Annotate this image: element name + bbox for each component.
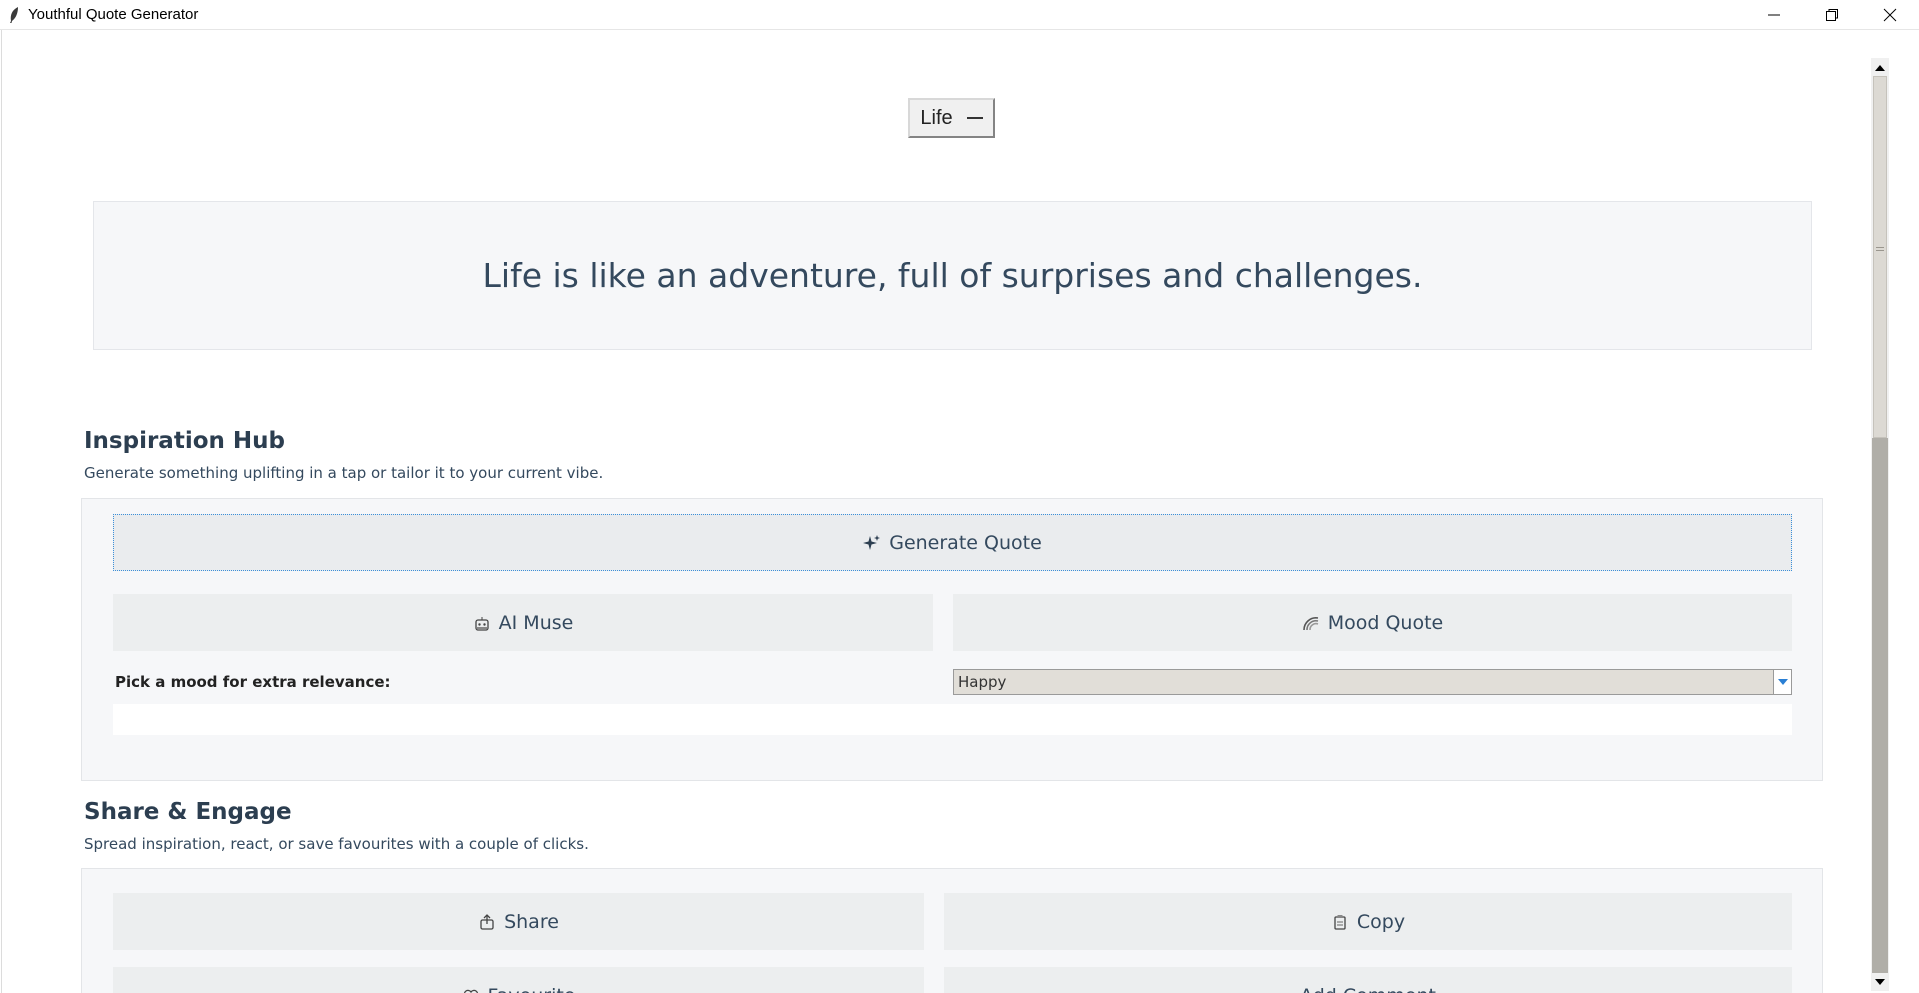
scrollbar-grip	[1876, 250, 1884, 251]
mood-select-value: Happy	[958, 673, 1007, 691]
menu-indicator-icon	[966, 117, 983, 119]
add-comment-button[interactable]: Add Comment	[944, 967, 1792, 993]
main-content: Life Life is like an adventure, full of …	[1, 30, 1871, 993]
clipboard-icon	[1331, 913, 1349, 931]
generate-quote-button[interactable]: Generate Quote	[113, 514, 1792, 571]
favourite-label: Favourite	[488, 985, 576, 993]
robot-icon	[473, 614, 491, 632]
scrollbar-thumb[interactable]	[1873, 76, 1887, 438]
close-button[interactable]	[1861, 0, 1919, 30]
category-value: Life	[920, 106, 953, 129]
favourite-button[interactable]: Favourite	[113, 967, 924, 993]
minimize-button[interactable]	[1745, 0, 1803, 30]
quote-text: Life is like an adventure, full of surpr…	[482, 256, 1423, 295]
share-label: Share	[504, 910, 559, 933]
mood-label: Pick a mood for extra relevance:	[115, 673, 391, 691]
share-icon	[478, 913, 496, 931]
scrollbar-grip	[1876, 247, 1884, 248]
window-title: Youthful Quote Generator	[28, 6, 199, 23]
share-subtitle: Spread inspiration, react, or save favou…	[84, 835, 589, 853]
share-button[interactable]: Share	[113, 893, 924, 950]
vertical-scrollbar[interactable]	[1871, 58, 1889, 991]
inspiration-subtitle: Generate something uplifting in a tap or…	[84, 464, 604, 482]
add-comment-label: Add Comment	[1300, 985, 1436, 993]
scroll-down-icon[interactable]	[1871, 973, 1889, 991]
scrollbar-track[interactable]	[1872, 438, 1888, 973]
feather-icon	[6, 6, 22, 24]
copy-button[interactable]: Copy	[944, 893, 1792, 950]
ai-muse-label: AI Muse	[498, 611, 574, 634]
sparkles-icon	[863, 534, 881, 552]
ai-muse-button[interactable]: AI Muse	[113, 594, 933, 651]
rainbow-icon	[1302, 614, 1320, 632]
category-menu-button[interactable]: Life	[908, 98, 995, 138]
scroll-up-icon[interactable]	[1871, 58, 1889, 76]
chevron-down-icon[interactable]	[1773, 670, 1791, 694]
mood-result-area	[113, 704, 1792, 735]
mood-quote-label: Mood Quote	[1327, 611, 1444, 634]
mood-quote-button[interactable]: Mood Quote	[953, 594, 1792, 651]
generate-quote-label: Generate Quote	[889, 531, 1042, 554]
restore-button[interactable]	[1803, 0, 1861, 30]
quote-display: Life is like an adventure, full of surpr…	[93, 201, 1812, 350]
window-titlebar: Youthful Quote Generator	[0, 0, 1919, 30]
share-title: Share & Engage	[84, 799, 292, 825]
mood-select[interactable]: Happy	[953, 669, 1792, 695]
inspiration-title: Inspiration Hub	[84, 428, 285, 454]
heart-icon	[462, 987, 480, 993]
copy-label: Copy	[1356, 910, 1406, 933]
